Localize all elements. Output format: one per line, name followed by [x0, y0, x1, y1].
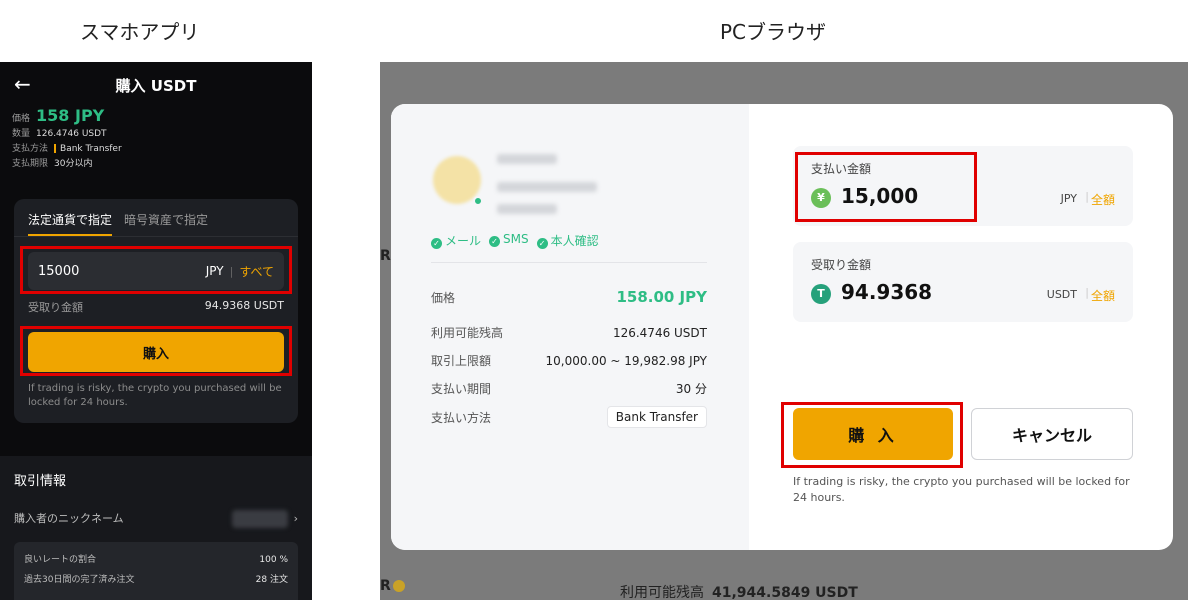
buyer-nickname-label: 購入者のニックネーム [14, 512, 124, 525]
cancel-button[interactable]: キャンセル [971, 408, 1133, 460]
blurred-merchant-status [497, 204, 557, 214]
purchase-modal: ✓ メール ✓ SMS ✓ 本人確認 価格 158.00 JPY 利用可能残高 126… [391, 104, 1173, 550]
pay-amount-field[interactable]: 支払い金額 ¥ 15,000 JPY | 全額 [793, 146, 1133, 226]
blurred-merchant-name [497, 154, 557, 164]
coin-icon [392, 580, 405, 592]
info-label: 支払い期間 [431, 382, 492, 396]
background-text: R [380, 578, 405, 594]
price-row: 価格 158 JPY [12, 108, 300, 127]
buy-button[interactable]: 購 入 [793, 408, 953, 460]
deadline-label: 支払期限 [12, 159, 49, 169]
quantity-row: 数量 126.4746 USDT [12, 127, 300, 142]
all-button[interactable]: すべて [239, 263, 274, 280]
payment-method-value: Bank Transfer [60, 144, 122, 154]
info-row-method: 支払い方法 Bank Transfer [431, 406, 707, 428]
trade-info-section: 取引情報 購入者のニックネーム › 良いレートの割合 100 % 過去30日間の… [0, 456, 312, 600]
stat-value: 100 % [259, 555, 288, 565]
stat-row: 良いレートの割合 100 % [24, 550, 288, 570]
divider [431, 262, 707, 263]
separator: | [1085, 190, 1089, 203]
info-label: 取引上限額 [431, 354, 492, 368]
info-value: 126.4746 USDT [612, 325, 707, 340]
info-row-period: 支払い期間 30 分 [431, 380, 707, 397]
info-label: 価格 [431, 290, 456, 305]
receive-label: 受取り金額 [28, 301, 83, 314]
pay-currency: JPY [1060, 192, 1077, 205]
info-row-price: 価格 158.00 JPY [431, 288, 707, 306]
pay-amount-value[interactable]: 15,000 [841, 184, 918, 208]
pc-browser-screen: R R 利用可能残高 41,944.5849 USDT ✓ メール ✓ SMS ✓ 本人… [380, 62, 1188, 600]
info-row-balance: 利用可能残高 126.4746 USDT [431, 324, 707, 341]
quantity-label: 数量 [12, 129, 31, 139]
receive-currency: USDT [1046, 288, 1077, 301]
price-value: 158 JPY [36, 106, 105, 125]
quantity-value: 126.4746 USDT [36, 129, 107, 139]
page-title: 購入 USDT [115, 77, 197, 95]
blurred-merchant-stats [497, 182, 597, 192]
payment-method-label: 支払方法 [12, 144, 49, 154]
chevron-right-icon: › [293, 512, 298, 525]
separator: | [229, 264, 234, 278]
stat-row: 過去30日間の完了済み注文 28 注文 [24, 570, 288, 590]
price-label: 価格 [12, 114, 31, 124]
stat-label: 良いレートの割合 [24, 555, 97, 565]
background-text: R [380, 248, 391, 264]
deadline-value: 30分以内 [54, 159, 93, 169]
mobile-header: ← 購入 USDT [0, 62, 312, 108]
yen-icon: ¥ [811, 188, 831, 208]
check-icon: ✓ [489, 236, 501, 247]
background-balance: 利用可能残高 41,944.5849 USDT [620, 585, 858, 600]
deadline-row: 支払期限 30分以内 [12, 157, 300, 172]
trade-info-title: 取引情報 [14, 474, 67, 489]
stat-label: 過去30日間の完了済み注文 [24, 575, 135, 585]
info-row-limit: 取引上限額 10,000.00 ~ 19,982.98 JPY [431, 352, 707, 369]
separator: | [1085, 286, 1089, 299]
info-label: 支払い方法 [431, 410, 492, 425]
verify-email: ✓ メール [431, 232, 481, 249]
verify-kyc: ✓ 本人確認 [536, 232, 599, 249]
pay-amount-label: 支払い金額 [811, 162, 872, 176]
receive-amount-field[interactable]: 受取り金額 T 94.9368 USDT | 全額 [793, 242, 1133, 322]
check-icon: ✓ [431, 238, 442, 249]
comparison-page: スマホアプリ PCブラウザ ← 購入 USDT 価格 158 JPY 数量 12… [0, 0, 1200, 600]
check-icon: ✓ [536, 238, 548, 249]
receive-value: 94.9368 USDT [204, 299, 284, 312]
online-status-icon [473, 196, 483, 206]
risk-note: If trading is risky, the crypto you purc… [793, 475, 1130, 504]
info-value: 10,000.00 ~ 19,982.98 JPY [545, 353, 707, 368]
tab-fiat[interactable]: 法定通貨で指定 [28, 211, 113, 236]
amount-input[interactable]: 15000 JPY | すべて [28, 252, 284, 290]
mobile-app-screen: ← 購入 USDT 価格 158 JPY 数量 126.4746 USDT 支払… [0, 62, 312, 600]
amount-mode-tabs: 法定通貨で指定 暗号資産で指定 [14, 199, 298, 237]
amount-currency: JPY [205, 264, 224, 278]
receive-amount-label: 受取り金額 [811, 258, 872, 272]
receive-all-button[interactable]: 全額 [1091, 287, 1115, 304]
order-card: 法定通貨で指定 暗号資産で指定 15000 JPY | すべて 受取り金額 94… [14, 199, 298, 423]
receive-amount-value[interactable]: 94.9368 [841, 280, 932, 304]
caption-mobile: スマホアプリ [80, 20, 200, 44]
amount-input-value[interactable]: 15000 [38, 264, 206, 279]
usdt-icon: T [811, 284, 831, 304]
buyer-stats: 良いレートの割合 100 % 過去30日間の完了済み注文 28 注文 [14, 542, 298, 600]
caption-pc: PCブラウザ [720, 20, 827, 44]
buy-button[interactable]: 購入 [28, 332, 284, 372]
risk-note: If trading is risky, the crypto you purc… [28, 383, 282, 408]
verification-badges: ✓ メール ✓ SMS ✓ 本人確認 [431, 232, 599, 249]
verify-sms: ✓ SMS [489, 232, 529, 249]
stat-value: 28 注文 [255, 575, 288, 585]
blurred-nickname [231, 510, 288, 528]
payment-method-tag: Bank Transfer [606, 406, 707, 428]
pay-all-button[interactable]: 全額 [1091, 191, 1115, 208]
merchant-panel: ✓ メール ✓ SMS ✓ 本人確認 価格 158.00 JPY 利用可能残高 126… [391, 104, 749, 550]
tab-crypto[interactable]: 暗号資産で指定 [124, 211, 208, 236]
info-label: 利用可能残高 [431, 326, 504, 340]
method-color-bar [54, 144, 57, 153]
buyer-nickname-row[interactable]: 購入者のニックネーム › [14, 510, 298, 528]
offer-info: 価格 158 JPY 数量 126.4746 USDT 支払方法 Bank Tr… [0, 108, 312, 172]
info-value: 30 分 [675, 382, 707, 396]
payment-method-row: 支払方法 Bank Transfer [12, 142, 300, 157]
info-value: 158.00 JPY [616, 288, 707, 306]
receive-row: 受取り金額 94.9368 USDT [28, 299, 284, 315]
